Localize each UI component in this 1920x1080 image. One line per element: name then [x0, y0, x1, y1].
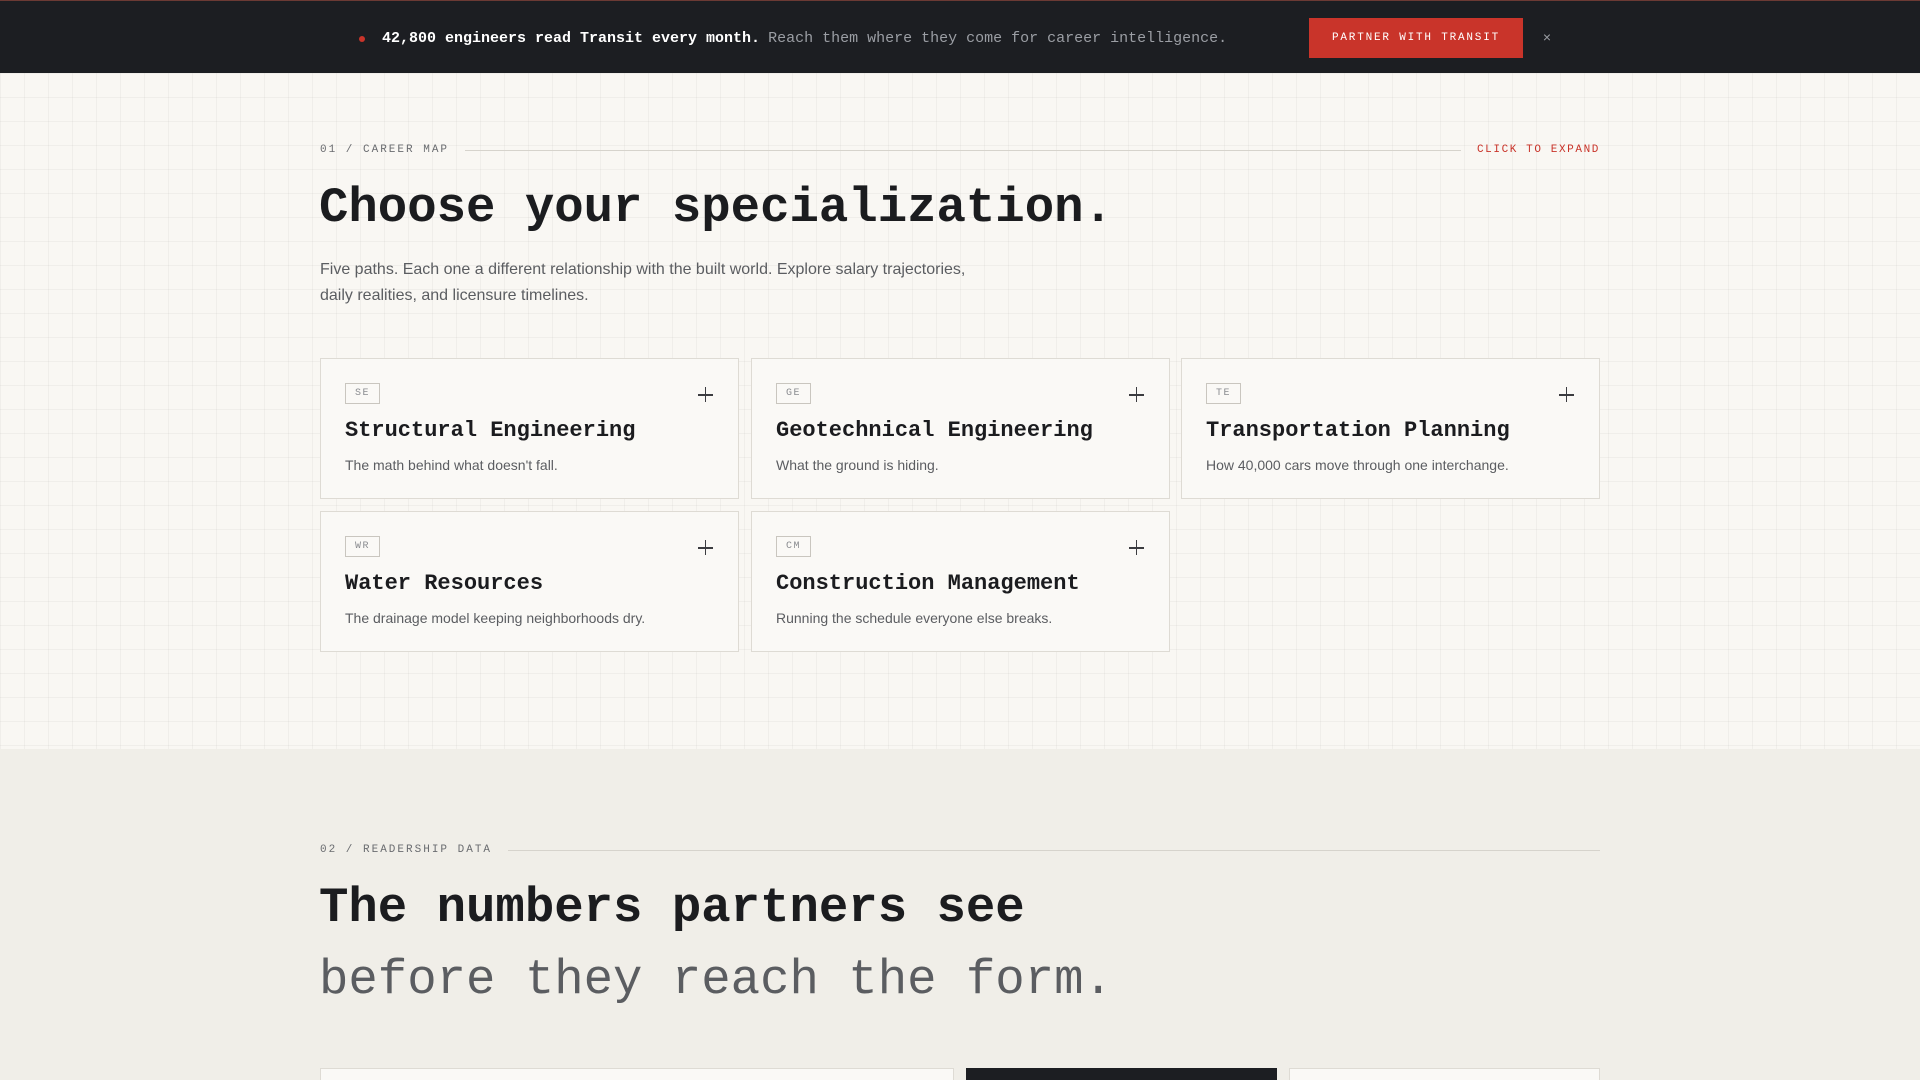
card-description: Running the schedule everyone else break… — [776, 610, 1053, 626]
card-title: Structural Engineering — [345, 418, 636, 443]
partner-banner: 42,800 engineers read Transit every mont… — [0, 0, 1920, 73]
section-description: Five paths. Each one a different relatio… — [320, 261, 966, 304]
specialization-card-transportation[interactable]: TE Transportation Planning How 40,000 ca… — [1181, 358, 1600, 499]
section-eyebrow: 01 / CAREER MAP — [320, 144, 450, 156]
specialization-card-construction[interactable]: CM Construction Management Running the s… — [751, 511, 1170, 652]
stat-card — [320, 1068, 954, 1080]
career-map-eyebrow-row: 01 / CAREER MAP CLICK TO EXPAND — [320, 142, 1600, 158]
stat-card-featured — [966, 1068, 1277, 1080]
specialization-card-water-resources[interactable]: WR Water Resources The drainage model ke… — [320, 511, 739, 652]
card-title: Construction Management — [776, 571, 1080, 596]
card-code-badge: GE — [776, 383, 812, 404]
career-map-section: 01 / CAREER MAP CLICK TO EXPAND Choose y… — [0, 73, 1920, 749]
section-eyebrow: 02 / READERSHIP DATA — [320, 844, 493, 856]
page-title: Choose your specialization. — [319, 180, 1113, 236]
banner-subtext: Reach them where they come for career in… — [768, 30, 1228, 47]
readership-subtitle: before they reach the form. — [319, 952, 1113, 1008]
banner-headline: 42,800 engineers read Transit every mont… — [382, 30, 761, 47]
card-description: The drainage model keeping neighborhoods… — [345, 610, 646, 626]
specialization-card-structural[interactable]: SE Structural Engineering The math behin… — [320, 358, 739, 499]
card-title: Transportation Planning — [1206, 418, 1510, 443]
card-title: Water Resources — [345, 571, 544, 596]
plus-icon[interactable] — [1559, 387, 1575, 403]
specialization-card-geotechnical[interactable]: GE Geotechnical Engineering What the gro… — [751, 358, 1170, 499]
readership-title: The numbers partners see — [319, 880, 1025, 936]
partner-with-transit-button[interactable]: PARTNER WITH TRANSIT — [1309, 18, 1523, 58]
close-icon[interactable]: × — [1538, 27, 1556, 47]
readership-section: 02 / READERSHIP DATA The numbers partner… — [0, 749, 1920, 1080]
stat-card — [1289, 1068, 1600, 1080]
card-code-badge: CM — [776, 536, 812, 557]
eyebrow-divider — [465, 149, 1461, 151]
status-dot-icon — [359, 36, 365, 42]
eyebrow-divider — [508, 849, 1600, 851]
readership-eyebrow-row: 02 / READERSHIP DATA — [320, 842, 1600, 858]
card-code-badge: WR — [345, 536, 381, 557]
click-to-expand-hint: CLICK TO EXPAND — [1476, 144, 1600, 156]
card-title: Geotechnical Engineering — [776, 418, 1093, 443]
card-description: The math behind what doesn't fall. — [345, 457, 558, 473]
plus-icon[interactable] — [1129, 540, 1145, 556]
plus-icon[interactable] — [698, 387, 714, 403]
banner-message: 42,800 engineers read Transit every mont… — [382, 29, 1227, 49]
plus-icon[interactable] — [1129, 387, 1145, 403]
card-description: What the ground is hiding. — [776, 457, 939, 473]
card-description: How 40,000 cars move through one interch… — [1206, 457, 1509, 473]
plus-icon[interactable] — [698, 540, 714, 556]
card-code-badge: TE — [1206, 383, 1242, 404]
card-code-badge: SE — [345, 383, 381, 404]
